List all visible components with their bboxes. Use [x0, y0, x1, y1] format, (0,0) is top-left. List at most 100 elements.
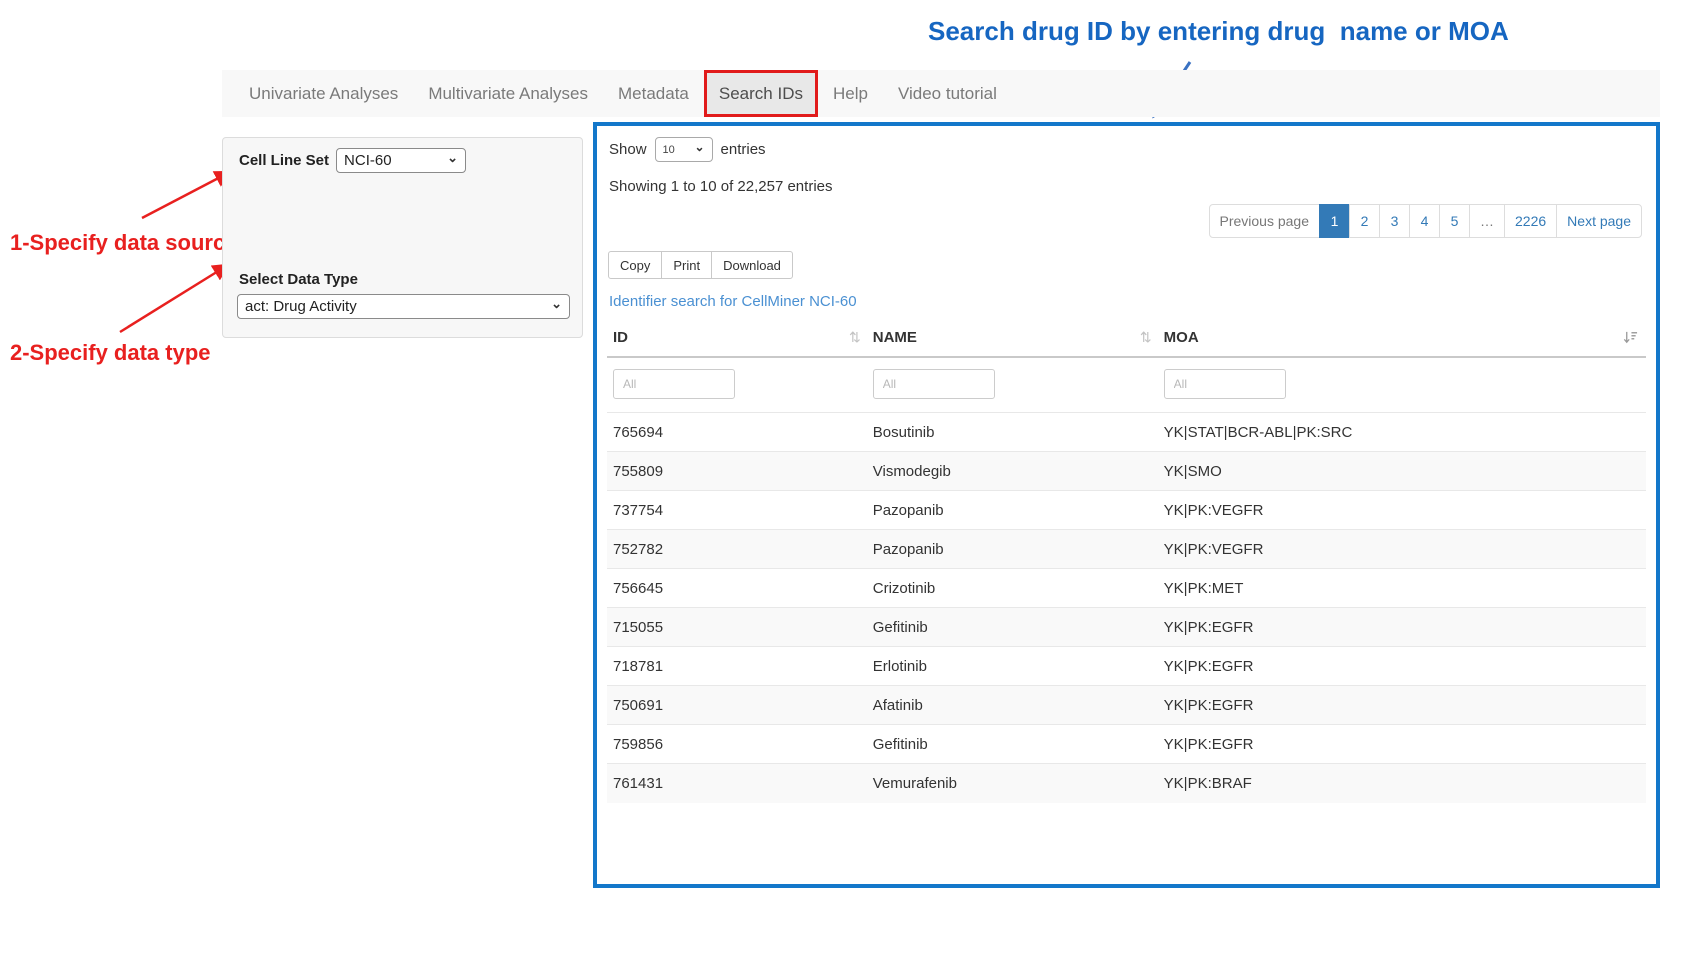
cell-id: 750691 — [607, 686, 867, 725]
page-button[interactable]: 4 — [1409, 204, 1440, 238]
page-button[interactable]: 2226 — [1504, 204, 1557, 238]
nav-tab[interactable]: Multivariate Analyses — [413, 70, 603, 117]
column-header-name[interactable]: NAME ⇅ — [867, 321, 1158, 357]
cell-line-set-value: NCI-60 — [344, 152, 392, 169]
chevron-down-icon: ⌄ — [551, 299, 562, 309]
cell-name: Vismodegib — [867, 452, 1158, 491]
cell-name: Vemurafenib — [867, 764, 1158, 803]
nav-tab-label: Multivariate Analyses — [428, 84, 588, 104]
cell-name: Gefitinib — [867, 608, 1158, 647]
sort-icon[interactable]: ⇅ — [849, 329, 861, 346]
results-table: ID ⇅ NAME ⇅ MOA — [607, 321, 1646, 803]
column-header-name-label: NAME — [873, 329, 917, 346]
annotation-step2: 2-Specify data type — [10, 340, 211, 366]
id-filter-input[interactable] — [613, 369, 735, 399]
cell-id: 752782 — [607, 530, 867, 569]
cell-line-set-label: Cell Line Set — [239, 152, 329, 169]
nav-tab[interactable]: Metadata — [603, 70, 704, 117]
page-button[interactable]: … — [1469, 204, 1505, 238]
export-button[interactable]: Download — [711, 251, 793, 279]
page-length-value: 10 — [663, 144, 675, 156]
nav-tab[interactable]: Video tutorial — [883, 70, 1012, 117]
cell-name: Pazopanib — [867, 491, 1158, 530]
page-length-row: Show 10 ⌄ entries — [609, 137, 1646, 162]
table-row[interactable]: 759856 Gefitinib YK|PK:EGFR — [607, 725, 1646, 764]
filter-row — [607, 357, 1646, 413]
table-row[interactable]: 756645 Crizotinib YK|PK:MET — [607, 569, 1646, 608]
tutorial-title: Search drug ID by entering drug name or … — [928, 16, 1509, 47]
nav-tab-label: Help — [833, 84, 868, 104]
cell-moa: YK|PK:VEGFR — [1158, 491, 1646, 530]
data-source-panel: Cell Line Set NCI-60 ⌄ Select Data Type … — [222, 137, 583, 338]
page-button[interactable]: Previous page — [1209, 204, 1321, 238]
cell-id: 718781 — [607, 647, 867, 686]
nav-tab-label: Metadata — [618, 84, 689, 104]
pagination: Previous page 1 2 3 4 5 … 2226 Next page — [607, 204, 1646, 238]
page-button[interactable]: 1 — [1319, 204, 1350, 238]
column-header-id-label: ID — [613, 329, 628, 346]
nav-tab[interactable]: Univariate Analyses — [234, 70, 413, 117]
cell-name: Pazopanib — [867, 530, 1158, 569]
table-row[interactable]: 737754 Pazopanib YK|PK:VEGFR — [607, 491, 1646, 530]
cell-id: 755809 — [607, 452, 867, 491]
annotation-step1: 1-Specify data source — [10, 230, 237, 256]
cell-moa: YK|PK:EGFR — [1158, 647, 1646, 686]
page-button[interactable]: 3 — [1379, 204, 1410, 238]
table-row[interactable]: 718781 Erlotinib YK|PK:EGFR — [607, 647, 1646, 686]
header-row: ID ⇅ NAME ⇅ MOA — [607, 321, 1646, 357]
cell-id: 756645 — [607, 569, 867, 608]
cell-name: Erlotinib — [867, 647, 1158, 686]
moa-filter-input[interactable] — [1164, 369, 1286, 399]
data-type-select[interactable]: act: Drug Activity ⌄ — [237, 294, 570, 319]
data-type-value: act: Drug Activity — [245, 298, 357, 315]
cell-name: Bosutinib — [867, 413, 1158, 452]
sort-amount-icon[interactable] — [1623, 330, 1638, 345]
sort-icon[interactable]: ⇅ — [1140, 329, 1152, 346]
cell-id: 759856 — [607, 725, 867, 764]
table-row[interactable]: 750691 Afatinib YK|PK:EGFR — [607, 686, 1646, 725]
export-button[interactable]: Copy — [608, 251, 662, 279]
nav-tab[interactable]: Search IDs — [704, 70, 818, 117]
top-navbar: Univariate Analyses Multivariate Analyse… — [222, 70, 1660, 117]
page-button[interactable]: 5 — [1439, 204, 1470, 238]
column-header-id[interactable]: ID ⇅ — [607, 321, 867, 357]
cell-moa: YK|SMO — [1158, 452, 1646, 491]
table-row[interactable]: 755809 Vismodegib YK|SMO — [607, 452, 1646, 491]
table-row[interactable]: 761431 Vemurafenib YK|PK:BRAF — [607, 764, 1646, 803]
cell-id: 765694 — [607, 413, 867, 452]
nav-tab-label: Video tutorial — [898, 84, 997, 104]
search-ids-panel: Show 10 ⌄ entries Showing 1 to 10 of 22,… — [593, 122, 1660, 888]
table-info: Showing 1 to 10 of 22,257 entries — [609, 178, 1646, 195]
table-row[interactable]: 752782 Pazopanib YK|PK:VEGFR — [607, 530, 1646, 569]
chevron-down-icon: ⌄ — [447, 153, 458, 163]
name-filter-input[interactable] — [873, 369, 995, 399]
page-button[interactable]: 2 — [1349, 204, 1380, 238]
cell-moa: YK|PK:EGFR — [1158, 686, 1646, 725]
show-label: Show — [609, 141, 647, 158]
cell-moa: YK|PK:MET — [1158, 569, 1646, 608]
page-button[interactable]: Next page — [1556, 204, 1642, 238]
table-row[interactable]: 765694 Bosutinib YK|STAT|BCR-ABL|PK:SRC — [607, 413, 1646, 452]
entries-label: entries — [721, 141, 766, 158]
nav-tab-label: Search IDs — [719, 84, 803, 104]
column-header-moa[interactable]: MOA — [1158, 321, 1646, 357]
chevron-down-icon: ⌄ — [694, 142, 704, 152]
export-toolbar: Copy Print Download — [609, 251, 1646, 279]
cell-moa: YK|PK:VEGFR — [1158, 530, 1646, 569]
cell-moa: YK|PK:EGFR — [1158, 608, 1646, 647]
data-type-label: Select Data Type — [239, 271, 358, 288]
column-header-moa-label: MOA — [1164, 329, 1199, 346]
cell-moa: YK|PK:BRAF — [1158, 764, 1646, 803]
red-arrow-2-icon — [113, 255, 238, 340]
cell-id: 737754 — [607, 491, 867, 530]
table-row[interactable]: 715055 Gefitinib YK|PK:EGFR — [607, 608, 1646, 647]
export-button[interactable]: Print — [661, 251, 712, 279]
cell-line-set-select[interactable]: NCI-60 ⌄ — [336, 148, 466, 173]
page-length-select[interactable]: 10 ⌄ — [655, 137, 713, 162]
cell-id: 715055 — [607, 608, 867, 647]
identifier-search-link[interactable]: Identifier search for CellMiner NCI-60 — [609, 293, 857, 310]
cell-name: Gefitinib — [867, 725, 1158, 764]
nav-tab[interactable]: Help — [818, 70, 883, 117]
cell-id: 761431 — [607, 764, 867, 803]
cell-moa: YK|STAT|BCR-ABL|PK:SRC — [1158, 413, 1646, 452]
